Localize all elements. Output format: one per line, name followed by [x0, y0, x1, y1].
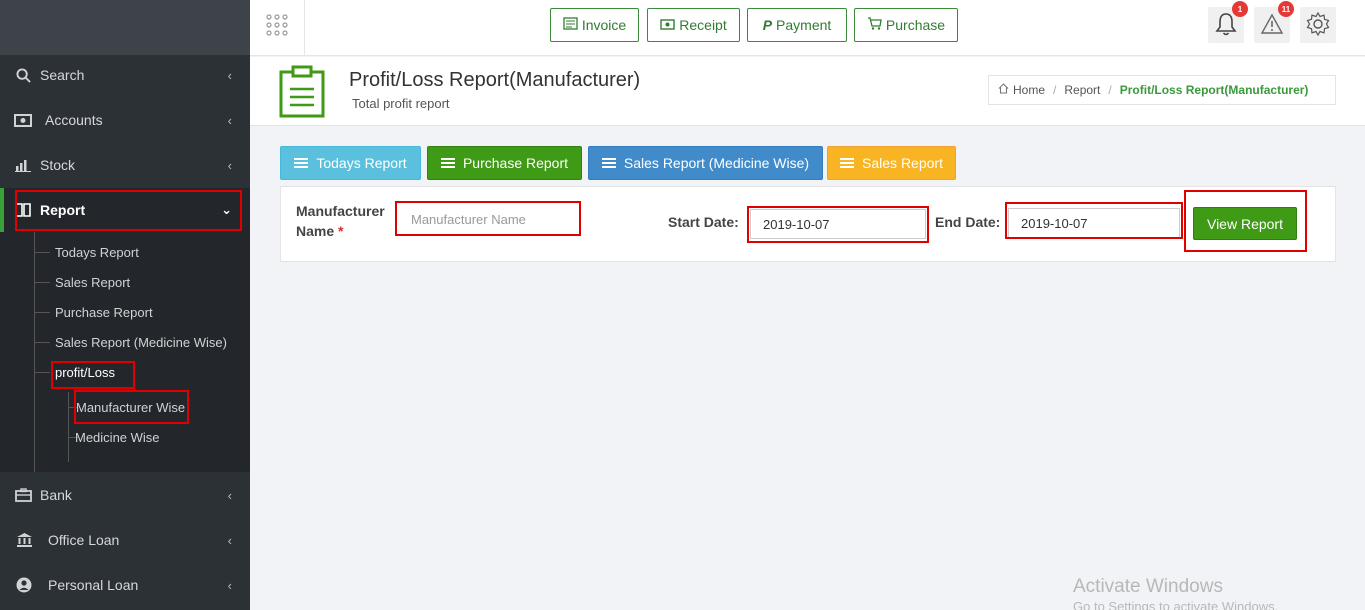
invoice-button-label: Invoice: [581, 17, 627, 33]
sidebar-item-label: Personal Loan: [48, 577, 139, 593]
sidebar-item-stock[interactable]: Stock ‹: [0, 143, 250, 187]
payment-button-label: Payment: [776, 17, 832, 33]
payment-button[interactable]: P Payment: [747, 8, 847, 42]
alerts-button[interactable]: 11: [1254, 1, 1294, 43]
purchase-report-button[interactable]: Purchase Report: [427, 146, 582, 180]
sidebar-item-label: Accounts: [45, 112, 103, 128]
start-date-label: Start Date:: [668, 214, 739, 230]
sidebar-item-label: Stock: [40, 157, 76, 173]
alert-badge: 11: [1278, 1, 1294, 17]
submenu-item-sales-report[interactable]: Sales Report: [55, 275, 130, 290]
todays-report-label: Todays Report: [316, 155, 407, 171]
purchase-button[interactable]: Purchase: [854, 8, 958, 42]
submenu-item-sales-report-medicine[interactable]: Sales Report (Medicine Wise): [55, 335, 227, 350]
sales-report-medicine-label: Sales Report (Medicine Wise): [623, 155, 810, 171]
tree-line: [68, 392, 69, 462]
manufacturer-name-input[interactable]: Manufacturer Name: [398, 204, 578, 234]
paypal-icon: P: [762, 17, 773, 33]
chevron-left-icon: ‹: [227, 487, 232, 503]
sidebar-item-report[interactable]: Report ⌄: [0, 188, 250, 232]
breadcrumb-current: Profit/Loss Report(Manufacturer): [1119, 83, 1309, 97]
submenu-item-medicine-wise[interactable]: Medicine Wise: [75, 430, 160, 445]
submenu-item-profit-loss[interactable]: profit/Loss: [55, 365, 115, 380]
purchase-button-label: Purchase: [885, 17, 946, 33]
activate-windows-hint: Go to Settings to activate Windows.: [1073, 599, 1279, 610]
required-mark: *: [338, 223, 344, 239]
submenu-item-todays-report[interactable]: Todays Report: [55, 245, 139, 260]
start-date-input[interactable]: 2019-10-07: [750, 209, 926, 239]
activate-windows-watermark: Activate Windows: [1073, 576, 1223, 597]
receipt-button-label: Receipt: [679, 17, 727, 33]
invoice-icon: [563, 17, 578, 33]
apps-grid-icon[interactable]: [266, 14, 288, 36]
sidebar-item-search[interactable]: Search ‹: [0, 53, 250, 97]
sidebar-item-label: Search: [40, 67, 85, 83]
sales-report-medicine-button[interactable]: Sales Report (Medicine Wise): [588, 146, 823, 180]
book-icon: [14, 202, 32, 218]
manufacturer-name-label: Manufacturer Name *: [296, 203, 385, 239]
bell-icon: [1215, 12, 1237, 39]
sales-report-button[interactable]: Sales Report: [827, 146, 956, 180]
sidebar: Search ‹ Accounts ‹ Stock ‹ Report ⌄ Tod…: [0, 0, 250, 610]
bar-chart-icon: [14, 157, 32, 173]
breadcrumb-report[interactable]: Report: [1064, 83, 1100, 97]
cart-icon: [867, 17, 882, 33]
user-icon: [15, 577, 33, 593]
divider: [304, 0, 305, 56]
chevron-left-icon: ‹: [227, 112, 232, 128]
list-icon: [440, 158, 455, 168]
purchase-report-label: Purchase Report: [462, 155, 569, 171]
end-date-label: End Date:: [935, 214, 1001, 230]
chevron-left-icon: ‹: [227, 67, 232, 83]
chevron-left-icon: ‹: [227, 577, 232, 593]
sidebar-item-bank[interactable]: Bank ‹: [0, 473, 250, 517]
end-date-input[interactable]: 2019-10-07: [1008, 208, 1180, 238]
chevron-left-icon: ‹: [227, 532, 232, 548]
search-icon: [14, 67, 32, 83]
bank-icon: [15, 532, 33, 548]
money-icon: [14, 112, 32, 128]
view-report-button[interactable]: View Report: [1193, 207, 1297, 240]
invoice-button[interactable]: Invoice: [550, 8, 639, 42]
settings-button[interactable]: [1300, 7, 1336, 43]
briefcase-icon: [14, 487, 32, 503]
page-subtitle: Total profit report: [352, 96, 450, 111]
submenu-item-manufacturer-wise[interactable]: Manufacturer Wise: [76, 400, 185, 415]
money-icon: [660, 17, 675, 33]
receipt-button[interactable]: Receipt: [647, 8, 740, 42]
sidebar-item-label: Office Loan: [48, 532, 120, 548]
sidebar-item-office-loan[interactable]: Office Loan ‹: [0, 518, 250, 562]
sales-report-label: Sales Report: [862, 155, 943, 171]
notifications-button[interactable]: 1: [1208, 1, 1248, 43]
sidebar-item-personal-loan[interactable]: Personal Loan ‹: [0, 563, 250, 607]
sidebar-item-accounts[interactable]: Accounts ‹: [0, 98, 250, 142]
submenu-item-purchase-report[interactable]: Purchase Report: [55, 305, 153, 320]
sidebar-header: [0, 0, 250, 55]
list-icon: [601, 158, 616, 168]
breadcrumb: Home / Report / Profit/Loss Report(Manuf…: [988, 75, 1336, 105]
sidebar-item-label: Report: [40, 202, 86, 218]
sidebar-item-label: Bank: [40, 487, 72, 503]
clipboard-icon: [279, 65, 325, 121]
home-icon: [998, 83, 1009, 97]
todays-report-button[interactable]: Todays Report: [280, 146, 421, 180]
list-icon: [294, 158, 309, 168]
tree-line: [34, 232, 35, 472]
chevron-down-icon: ⌄: [221, 202, 232, 217]
warning-icon: [1260, 13, 1284, 38]
notification-badge: 1: [1232, 1, 1248, 17]
chevron-left-icon: ‹: [227, 157, 232, 173]
list-icon: [840, 158, 855, 168]
breadcrumb-home[interactable]: Home: [1013, 83, 1045, 97]
page-title: Profit/Loss Report(Manufacturer): [349, 69, 641, 91]
gear-icon: [1306, 11, 1330, 39]
report-submenu: Todays Report Sales Report Purchase Repo…: [0, 232, 250, 472]
